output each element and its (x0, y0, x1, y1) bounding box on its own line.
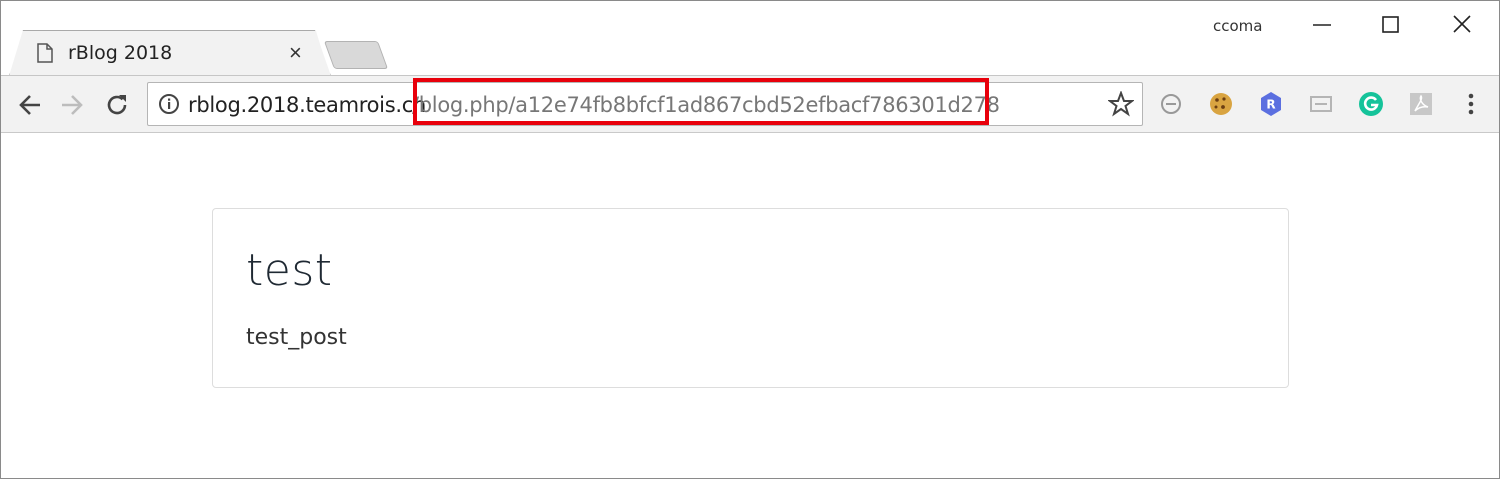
pdf-icon[interactable] (1407, 90, 1435, 118)
maximize-icon[interactable] (1367, 9, 1413, 41)
cast-icon[interactable] (1307, 90, 1335, 118)
cookie-icon[interactable] (1207, 90, 1235, 118)
browser-toolbar: rblog.2018.teamrois.cn /blog.php/a12e74f… (1, 75, 1499, 133)
grammarly-icon[interactable] (1357, 90, 1385, 118)
document-icon (37, 43, 53, 63)
svg-text:R: R (1266, 98, 1275, 112)
info-icon[interactable] (158, 93, 180, 115)
r-extension-icon[interactable]: R (1257, 90, 1285, 118)
menu-kebab-icon[interactable] (1459, 90, 1483, 118)
bookmark-star-icon[interactable] (1108, 91, 1134, 117)
block-icon[interactable] (1157, 90, 1185, 118)
post-card: test test_post (212, 208, 1289, 388)
minimize-icon[interactable] (1299, 9, 1345, 41)
url-host: rblog.2018.teamrois.cn (188, 93, 426, 117)
post-title: test (246, 245, 333, 296)
new-tab-button[interactable] (323, 41, 389, 69)
back-arrow-icon[interactable] (17, 92, 43, 118)
address-bar[interactable]: rblog.2018.teamrois.cn /blog.php/a12e74f… (147, 78, 1143, 126)
tab-close-icon[interactable]: × (289, 42, 302, 64)
forward-arrow-icon[interactable] (59, 92, 85, 118)
title-bar: rBlog 2018 × ccoma (1, 1, 1499, 77)
profile-name[interactable]: ccoma (1213, 17, 1262, 35)
reload-icon[interactable] (104, 92, 130, 118)
url-path-highlight-box (413, 78, 989, 125)
post-body: test_post (246, 325, 347, 350)
close-window-icon[interactable] (1439, 9, 1485, 41)
page-content: test test_post (1, 134, 1499, 478)
tab-title: rBlog 2018 (68, 42, 173, 64)
